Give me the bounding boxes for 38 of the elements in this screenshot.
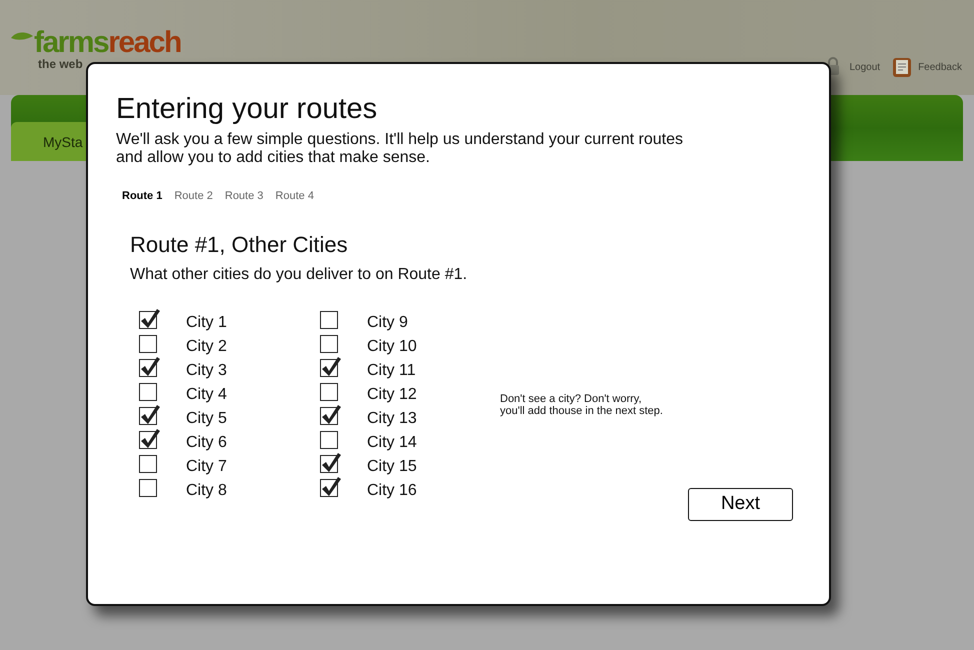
checkbox[interactable] [139,306,161,330]
route-tab[interactable]: Route 3 [220,188,268,204]
checkbox-label: City 7 [186,456,227,477]
notepad-icon[interactable] [892,56,912,78]
dialog-title: Entering your routes [116,92,378,127]
checkbox[interactable] [320,450,342,474]
checkbox-label: City 6 [186,432,227,453]
section-heading: Route #1, Other Cities [130,232,349,259]
feedback-link[interactable]: Feedback [918,60,962,74]
checkbox[interactable] [320,474,342,498]
checkbox[interactable] [139,402,161,426]
tagline: the web [38,58,84,70]
checkbox-label: City 3 [186,360,227,381]
next-button[interactable]: Next [688,488,793,521]
checkbox-label: City 9 [367,312,408,333]
checkbox-label: City 1 [186,312,227,333]
checkbox-label: City 10 [367,336,417,357]
checkbox-label: City 2 [186,336,227,357]
checkbox-label: City 11 [367,360,416,381]
checkbox-label: City 5 [186,408,227,429]
checkbox[interactable] [320,402,342,426]
checkbox-label: City 8 [186,480,227,501]
checkbox[interactable] [320,354,342,378]
intro-text: We'll ask you a few simple questions. It'll help us understand your current routes and allow you to add cities that make sense. [116,130,684,167]
checkbox[interactable] [139,426,161,450]
route-tab[interactable]: Route 2 [170,188,217,204]
route-tab[interactable]: Route 4 [271,188,318,204]
checkbox-label: City 15 [367,456,417,477]
checkbox-label: City 16 [367,480,417,501]
checkbox[interactable] [139,354,161,378]
question-text: What other cities do you deliver to on Route #1. [130,264,468,285]
checkbox-label: City 12 [367,384,417,405]
checkbox-label: City 4 [186,384,227,405]
logout-link[interactable]: Logout [849,60,880,74]
route-tab[interactable]: Route 1 [118,188,166,204]
checkbox-label: City 13 [367,408,417,429]
hint-text: Don't see a city? Don't worry, you'll add thouse in the next step. [500,392,663,417]
checkbox-label: City 14 [367,432,417,453]
